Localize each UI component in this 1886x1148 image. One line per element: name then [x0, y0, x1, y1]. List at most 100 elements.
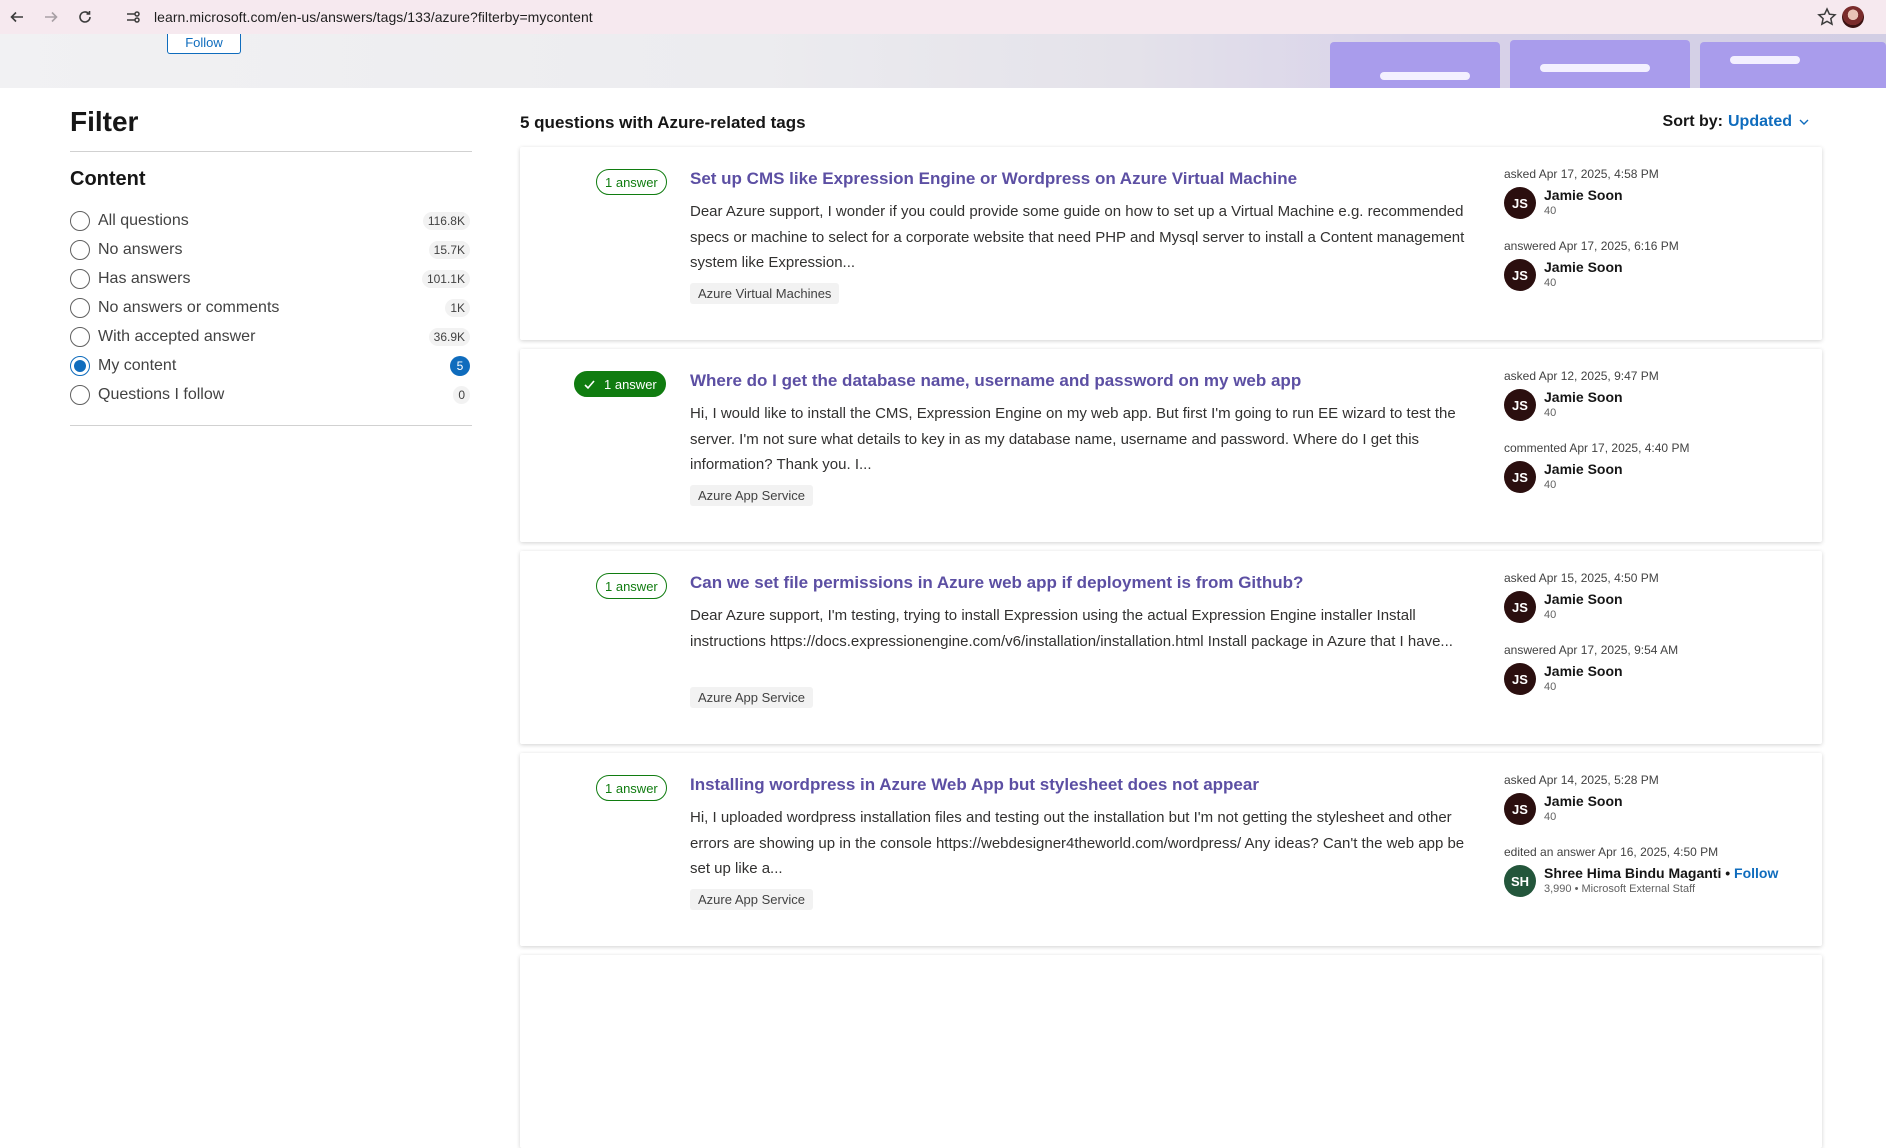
- user-reputation: 40: [1544, 681, 1557, 693]
- filter-option[interactable]: No answers 15.7K: [70, 235, 472, 264]
- asker-user: JS Jamie Soon 40: [1504, 589, 1804, 637]
- filter-option[interactable]: Questions I follow 0: [70, 380, 472, 409]
- filter-option[interactable]: No answers or comments 1K: [70, 293, 472, 322]
- question-title-link[interactable]: Can we set file permissions in Azure web…: [690, 573, 1303, 593]
- avatar[interactable]: JS: [1504, 389, 1536, 421]
- results-count-heading: 5 questions with Azure-related tags: [520, 113, 806, 132]
- user-name-link[interactable]: Jamie Soon: [1544, 663, 1623, 679]
- filter-option-label: With accepted answer: [98, 327, 256, 345]
- content-section-heading: Content: [70, 168, 146, 190]
- question-meta: asked Apr 12, 2025, 9:47 PM JS Jamie Soon 4…: [1504, 369, 1804, 507]
- question-tag[interactable]: Azure App Service: [690, 889, 813, 910]
- filter-option[interactable]: With accepted answer 36.9K: [70, 322, 472, 351]
- arrow-left-icon: [10, 11, 23, 23]
- radio-button[interactable]: [70, 268, 90, 289]
- user-name-link[interactable]: Jamie Soon: [1544, 461, 1623, 477]
- sort-value: Updated: [1728, 113, 1792, 130]
- answer-count-badge: 1 answer: [596, 169, 667, 195]
- avatar[interactable]: JS: [1504, 591, 1536, 623]
- profile-avatar[interactable]: [1842, 6, 1864, 28]
- follow-user-link[interactable]: Follow: [1734, 865, 1778, 881]
- address-bar[interactable]: learn.microsoft.com/en-us/answers/tags/1…: [116, 3, 1856, 31]
- filter-option-label: My content: [98, 356, 177, 374]
- radio-button[interactable]: [70, 355, 90, 376]
- reload-icon: [79, 11, 91, 23]
- answer-count-badge: 1 answer: [574, 371, 666, 397]
- site-info-icon[interactable]: [120, 4, 146, 30]
- question-card: 1 answer Set up CMS like Expression Engin…: [520, 147, 1822, 340]
- back-button[interactable]: [0, 0, 34, 34]
- filter-option-label: Has answers: [98, 269, 191, 287]
- hero-banner: Follow: [0, 34, 1886, 88]
- question-card: 1 answer Where do I get the database name…: [520, 349, 1822, 542]
- radio-button[interactable]: [70, 297, 90, 318]
- question-excerpt: Hi, I uploaded wordpress installation fi…: [690, 809, 1465, 877]
- filter-option[interactable]: Has answers 101.1K: [70, 264, 472, 293]
- hero-graphic: [1700, 42, 1886, 88]
- forward-button[interactable]: [34, 0, 68, 34]
- question-excerpt: Dear Azure support, I wonder if you coul…: [690, 203, 1465, 271]
- avatar[interactable]: JS: [1504, 187, 1536, 219]
- answer-count-badge: 1 answer: [596, 775, 667, 801]
- question-card: 1 answer Can we set file permissions in A…: [520, 551, 1822, 744]
- user-name-link[interactable]: Jamie Soon: [1544, 187, 1623, 203]
- answer-count-text: 1 answer: [605, 780, 658, 796]
- arrow-right-icon: [45, 11, 58, 23]
- bullet-separator: •: [1725, 865, 1731, 881]
- user-reputation: 40: [1544, 277, 1557, 289]
- activity-user: JS Jamie Soon 40: [1504, 661, 1804, 709]
- url-text: learn.microsoft.com/en-us/answers/tags/1…: [154, 9, 593, 25]
- activity-timestamp: answered Apr 17, 2025, 6:16 PM: [1504, 239, 1679, 253]
- filter-count-badge: 0: [453, 385, 470, 404]
- follow-tag-button[interactable]: Follow: [167, 34, 241, 54]
- browser-toolbar: learn.microsoft.com/en-us/answers/tags/1…: [0, 0, 1886, 34]
- avatar[interactable]: JS: [1504, 793, 1536, 825]
- avatar[interactable]: SH: [1504, 865, 1536, 897]
- divider: [70, 151, 472, 152]
- filter-option-label: Questions I follow: [98, 385, 225, 403]
- user-name-link[interactable]: Jamie Soon: [1544, 591, 1623, 607]
- question-meta: asked Apr 14, 2025, 5:28 PM JS Jamie Soon 4…: [1504, 773, 1804, 911]
- question-title-link[interactable]: Set up CMS like Expression Engine or Wor…: [690, 169, 1297, 189]
- user-reputation: 3,990 • Microsoft External Staff: [1544, 883, 1695, 895]
- filter-count-badge: 101.1K: [421, 269, 470, 288]
- sort-dropdown[interactable]: Sort by: Updated: [1663, 113, 1810, 131]
- question-meta: asked Apr 17, 2025, 4:58 PM JS Jamie Soon 4…: [1504, 167, 1804, 305]
- bookmark-star-icon[interactable]: [1816, 6, 1838, 28]
- asker-user: JS Jamie Soon 40: [1504, 185, 1804, 233]
- hero-graphic: [1330, 42, 1500, 88]
- avatar[interactable]: JS: [1504, 461, 1536, 493]
- question-card: [520, 955, 1822, 1148]
- question-title-link[interactable]: Where do I get the database name, userna…: [690, 371, 1301, 391]
- user-name-link[interactable]: Shree Hima Bindu Maganti: [1544, 865, 1721, 881]
- radio-button[interactable]: [70, 384, 90, 405]
- hero-graphic-pill: [1540, 64, 1650, 72]
- filter-count-badge: 116.8K: [422, 211, 470, 230]
- hero-graphic-pill: [1380, 72, 1470, 80]
- avatar[interactable]: JS: [1504, 259, 1536, 291]
- filter-options: All questions 116.8K No answers 15.7K Has an…: [70, 206, 472, 409]
- user-reputation: 40: [1544, 811, 1557, 823]
- user-name-link[interactable]: Jamie Soon: [1544, 793, 1623, 809]
- filter-option[interactable]: My content 5: [70, 351, 472, 380]
- filter-count-badge: 15.7K: [428, 240, 470, 259]
- question-tag[interactable]: Azure Virtual Machines: [690, 283, 840, 304]
- radio-button[interactable]: [70, 210, 90, 231]
- filter-option[interactable]: All questions 116.8K: [70, 206, 472, 235]
- question-tag[interactable]: Azure App Service: [690, 687, 813, 708]
- radio-button[interactable]: [70, 326, 90, 347]
- user-name-link[interactable]: Jamie Soon: [1544, 389, 1623, 405]
- filter-heading: Filter: [70, 106, 139, 137]
- user-name-link[interactable]: Jamie Soon: [1544, 259, 1623, 275]
- question-title-link[interactable]: Installing wordpress in Azure Web App bu…: [690, 775, 1259, 795]
- asker-user: JS Jamie Soon 40: [1504, 387, 1804, 435]
- question-tag[interactable]: Azure App Service: [690, 485, 813, 506]
- reload-button[interactable]: [68, 0, 102, 34]
- divider: [70, 425, 472, 426]
- avatar[interactable]: JS: [1504, 663, 1536, 695]
- sort-label: Sort by:: [1662, 113, 1723, 130]
- question-card: 1 answer Installing wordpress in Azure We…: [520, 753, 1822, 946]
- user-reputation: 40: [1544, 205, 1557, 217]
- asker-user: JS Jamie Soon 40: [1504, 791, 1804, 839]
- radio-button[interactable]: [70, 239, 90, 260]
